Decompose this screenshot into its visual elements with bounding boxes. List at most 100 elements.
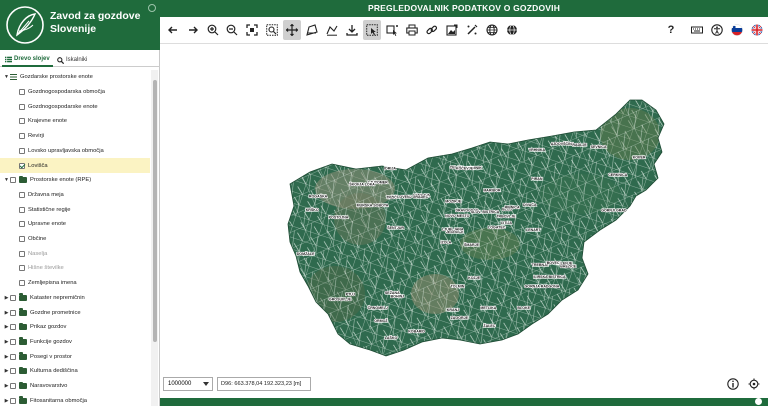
layer-checkbox[interactable] (10, 309, 16, 316)
accessibility-button[interactable] (708, 20, 726, 40)
tree-group[interactable]: ▶ Prikaz gozdov (0, 320, 150, 335)
tree-layer[interactable]: Naselja (0, 246, 150, 261)
tree-layer[interactable]: Gozdnogospodarska območja (0, 85, 150, 100)
tab-layer-tree[interactable]: Drevo slojev (2, 53, 53, 67)
tree-layer[interactable]: Upravne enote (0, 217, 150, 232)
print-button[interactable] (403, 20, 421, 40)
back-button[interactable] (164, 20, 182, 40)
caret-right-icon[interactable]: ▶ (3, 310, 10, 316)
slovenia-map[interactable]: ŠMARJEJESENICEBLEDBOHINJKAMNIKVRHNIKALOG… (160, 44, 768, 398)
caret-right-icon[interactable]: ▶ (3, 398, 10, 404)
map-label: SLOV. BISTRICA (471, 210, 500, 214)
caret-right-icon[interactable]: ▶ (3, 354, 10, 360)
caret-right-icon[interactable]: ▶ (3, 324, 10, 330)
language-en-button[interactable] (748, 20, 766, 40)
measure-length-button[interactable] (323, 20, 341, 40)
tree-group[interactable]: ▶ Posegi v prostor (0, 349, 150, 364)
keyboard-button[interactable] (688, 20, 706, 40)
layer-checkbox[interactable] (10, 324, 16, 331)
zoom-in-button[interactable] (204, 20, 222, 40)
map-label: CERKNICA (608, 173, 627, 177)
layer-tree-scrollbar[interactable] (151, 70, 158, 406)
info-button[interactable] (724, 375, 741, 392)
tree-group[interactable]: ▶ Funkcije gozdov (0, 335, 150, 350)
layer-checkbox[interactable] (10, 397, 16, 404)
caret-down-icon[interactable]: ▼ (3, 74, 10, 80)
draw-button[interactable] (463, 20, 481, 40)
measure-area-button[interactable] (303, 20, 321, 40)
expand-up-icon[interactable] (755, 398, 762, 405)
tree-label: Prostorske enote (RPE) (30, 177, 92, 184)
locate-button[interactable] (745, 375, 762, 392)
full-extent-button[interactable] (243, 20, 261, 40)
layer-checkbox[interactable] (19, 133, 25, 140)
layer-checkbox[interactable] (19, 118, 25, 125)
caret-down-icon[interactable]: ▼ (3, 177, 10, 183)
layer-checkbox[interactable] (19, 191, 25, 198)
layer-checkbox[interactable] (19, 280, 25, 287)
zoom-out-button[interactable] (223, 20, 241, 40)
map-label: KRANJ (447, 308, 459, 312)
tree-layer[interactable]: Krajevne enote (0, 114, 150, 129)
globe-button[interactable] (483, 20, 501, 40)
tree-group[interactable]: ▼ Prostorske enote (RPE) (0, 173, 150, 188)
tree-group[interactable]: ▶ Kulturna dediščina (0, 364, 150, 379)
tree-group[interactable]: ▶ Kataster nepremičnin (0, 291, 150, 306)
map-label: VRHNIKA (529, 148, 546, 152)
tree-layer[interactable]: Lovišča (0, 158, 150, 173)
layer-checkbox[interactable] (19, 89, 25, 96)
forward-button[interactable] (184, 20, 202, 40)
map-label: LAŠKO (385, 335, 398, 340)
layer-checkbox[interactable] (19, 250, 25, 257)
tree-label: Gozdne prometnice (30, 309, 81, 316)
tree-group[interactable]: ▶ Gozdne prometnice (0, 305, 150, 320)
layer-checkbox[interactable] (10, 368, 16, 375)
layer-checkbox[interactable] (10, 294, 16, 301)
caret-right-icon[interactable]: ▶ (3, 368, 10, 374)
caret-right-icon[interactable]: ▶ (3, 339, 10, 345)
download-button[interactable] (343, 20, 361, 40)
link-button[interactable] (423, 20, 441, 40)
scrollbar-thumb[interactable] (152, 80, 157, 342)
layer-checkbox[interactable] (10, 383, 16, 390)
help-button[interactable]: ? (662, 20, 680, 40)
pan-icon (286, 24, 298, 36)
map-label: PTUJ (346, 293, 355, 297)
left-panel: Zavod za gozdove Slovenije Drevo slojev … (0, 0, 160, 406)
layer-checkbox[interactable] (10, 353, 16, 360)
layer-checkbox[interactable] (19, 162, 25, 169)
tree-layer[interactable]: Občine (0, 232, 150, 247)
layer-checkbox[interactable] (19, 147, 25, 154)
tree-group[interactable]: ▶ Fitosanitarna območja (0, 393, 150, 406)
caret-right-icon[interactable]: ▶ (3, 295, 10, 301)
zoom-in-icon (207, 24, 219, 36)
tree-layer[interactable]: Revirji (0, 129, 150, 144)
identify-button[interactable] (383, 20, 401, 40)
layer-checkbox[interactable] (19, 265, 25, 272)
tree-layer[interactable]: Državna meja (0, 188, 150, 203)
layer-checkbox[interactable] (10, 177, 16, 184)
zoom-box-button[interactable] (263, 20, 281, 40)
layer-checkbox[interactable] (19, 236, 25, 243)
layer-checkbox[interactable] (19, 103, 25, 110)
export-image-button[interactable] (443, 20, 461, 40)
tree-layer[interactable]: Zemljepisna imena (0, 276, 150, 291)
tree-layer[interactable]: Statistične regije (0, 202, 150, 217)
pan-button[interactable] (283, 20, 301, 40)
tab-search[interactable]: Iskalniki (54, 53, 90, 67)
tree-layer[interactable]: Hišne številke (0, 261, 150, 276)
layer-checkbox[interactable] (19, 206, 25, 213)
tree-group[interactable]: ▶ Naravovarstvo (0, 379, 150, 394)
caret-right-icon[interactable]: ▶ (3, 383, 10, 389)
tree-layer[interactable]: Lovsko upravljavska območja (0, 144, 150, 159)
layer-checkbox[interactable] (19, 221, 25, 228)
collapse-panel-icon[interactable] (148, 4, 156, 12)
layer-checkbox[interactable] (10, 338, 16, 345)
tree-group[interactable]: ▼ Gozdarske prostorske enote (0, 70, 150, 85)
globe-grid-button[interactable] (503, 20, 521, 40)
tree-layer[interactable]: Gozdnogospodarske enote (0, 99, 150, 114)
scale-select[interactable]: 1000000 (163, 377, 213, 391)
language-sl-button[interactable] (728, 20, 746, 40)
select-box-button[interactable] (363, 20, 381, 40)
map-view[interactable]: ŠMARJE JESENICE BLED BOHINJ KAMNIK VRHNIKA LOG… (160, 44, 768, 398)
